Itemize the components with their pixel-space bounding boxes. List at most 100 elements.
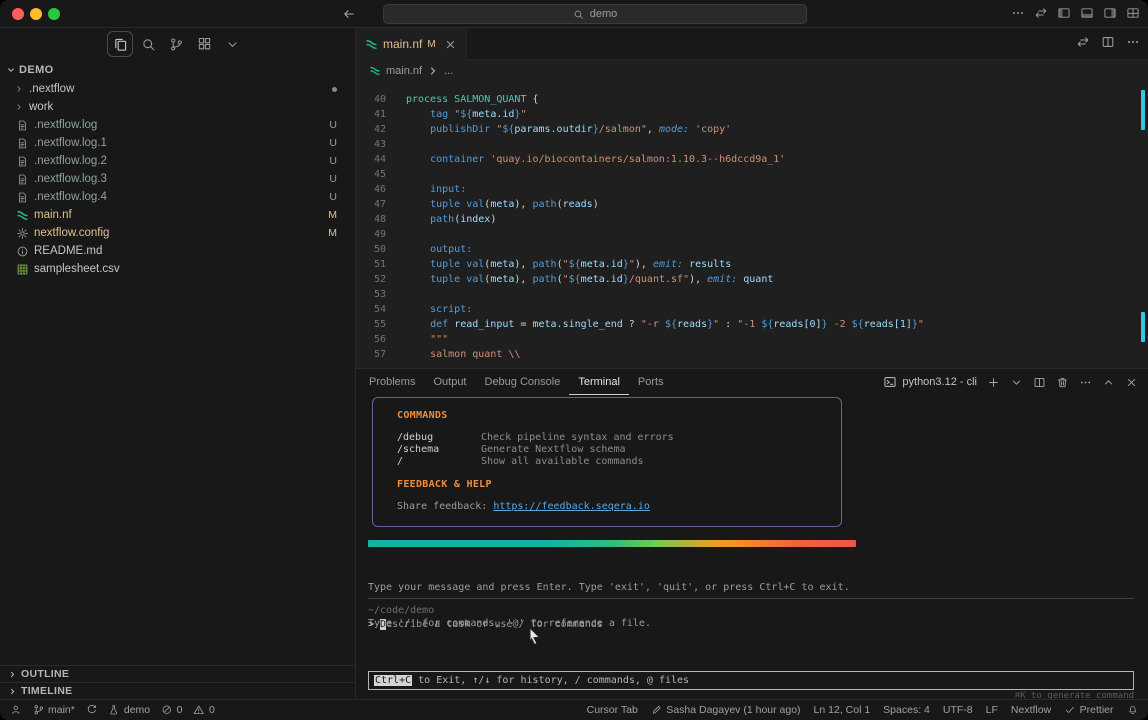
file-item-nextflow-config[interactable]: nextflow.configM bbox=[0, 224, 355, 242]
code-line-46[interactable]: 46 input: bbox=[356, 182, 1138, 197]
outline-section[interactable]: OUTLINE bbox=[0, 665, 355, 682]
code-line-45[interactable]: 45 bbox=[356, 167, 1138, 182]
code-line-55[interactable]: 55 def read_input = meta.single_end ? "-… bbox=[356, 317, 1138, 332]
tab-main-nf[interactable]: main.nf M bbox=[356, 28, 467, 60]
split-terminal-button[interactable] bbox=[1033, 376, 1046, 389]
activity-source-control[interactable] bbox=[163, 31, 189, 57]
code-line-43[interactable]: 43 bbox=[356, 137, 1138, 152]
feedback-line: Share feedback: https://feedback.seqera.… bbox=[397, 501, 841, 513]
minimize-window-button[interactable] bbox=[30, 8, 42, 20]
file-item-main-nf[interactable]: main.nfM bbox=[0, 206, 355, 224]
activity-extensions[interactable] bbox=[191, 31, 217, 57]
statusbar-notifications[interactable] bbox=[1127, 704, 1139, 716]
statusbar-warnings[interactable]: 0 bbox=[193, 704, 214, 716]
code-line-48[interactable]: 48 path(index) bbox=[356, 212, 1138, 227]
more-actions-button[interactable] bbox=[1126, 35, 1140, 54]
breadcrumb-file[interactable]: main.nf bbox=[386, 65, 422, 77]
file-item-readme-md[interactable]: README.md bbox=[0, 242, 355, 260]
statusbar-right: Cursor Tab Sasha Dagayev (1 hour ago) Ln 1… bbox=[587, 704, 1138, 716]
close-window-button[interactable] bbox=[12, 8, 24, 20]
code-line-44[interactable]: 44 container 'quay.io/biocontainers/salm… bbox=[356, 152, 1138, 167]
code-line-54[interactable]: 54 script: bbox=[356, 302, 1138, 317]
panel-tab-debug-console[interactable]: Debug Console bbox=[476, 369, 570, 395]
panel-tab-output[interactable]: Output bbox=[424, 369, 475, 395]
nextflow-icon bbox=[365, 38, 378, 51]
toggle-panel-button[interactable] bbox=[1080, 6, 1094, 25]
terminal-profile[interactable]: python3.12 - cli bbox=[883, 375, 977, 389]
code-line-47[interactable]: 47 tuple val(meta), path(reads) bbox=[356, 197, 1138, 212]
file-label: main.nf bbox=[34, 209, 72, 221]
kill-terminal-button[interactable] bbox=[1056, 376, 1069, 389]
code-line-51[interactable]: 51 tuple val(meta), path("${meta.id}"), … bbox=[356, 257, 1138, 272]
statusbar-git-branch[interactable]: main* bbox=[33, 704, 75, 716]
command-center-search[interactable]: demo bbox=[383, 4, 807, 24]
statusbar-git-blame[interactable]: Sasha Dagayev (1 hour ago) bbox=[651, 704, 801, 716]
cursor-tab-label: Cursor Tab bbox=[587, 704, 638, 716]
statusbar-encoding[interactable]: UTF-8 bbox=[943, 704, 973, 716]
statusbar-account[interactable] bbox=[10, 704, 22, 716]
file-item-nextflow-log-4[interactable]: .nextflow.log.4U bbox=[0, 188, 355, 206]
panel-tab-problems[interactable]: Problems bbox=[360, 369, 424, 395]
breadcrumb[interactable]: main.nf ... bbox=[356, 60, 1148, 82]
pencil-icon bbox=[651, 704, 663, 716]
terminal-prompt-input[interactable]: > Describe a task or use / for commands bbox=[368, 619, 603, 630]
file-item-nextflow-log-3[interactable]: .nextflow.log.3U bbox=[0, 170, 355, 188]
code-line-40[interactable]: 40process SALMON_QUANT { bbox=[356, 92, 1138, 107]
back-icon[interactable] bbox=[342, 7, 356, 21]
statusbar-cursor-position[interactable]: Ln 12, Col 1 bbox=[814, 704, 871, 716]
file-item-samplesheet-csv[interactable]: samplesheet.csv bbox=[0, 260, 355, 278]
file-item-nextflow-log-1[interactable]: .nextflow.log.1U bbox=[0, 134, 355, 152]
statusbar-language-mode[interactable]: Nextflow bbox=[1011, 704, 1051, 716]
code-line-52[interactable]: 52 tuple val(meta), path("${meta.id}/qua… bbox=[356, 272, 1138, 287]
chevron-down-icon bbox=[1010, 376, 1023, 389]
maximize-panel-button[interactable] bbox=[1102, 376, 1115, 389]
more-actions-button[interactable] bbox=[1079, 376, 1092, 389]
toggle-secondary-sidebar-button[interactable] bbox=[1103, 6, 1117, 25]
file-label: work bbox=[29, 101, 53, 113]
panel-tab-terminal[interactable]: Terminal bbox=[569, 369, 629, 395]
code-line-57[interactable]: 57 salmon quant \\ bbox=[356, 347, 1138, 362]
toggle-primary-sidebar-button[interactable] bbox=[1057, 6, 1071, 25]
code-line-41[interactable]: 41 tag "${meta.id}" bbox=[356, 107, 1138, 122]
sidebar-bottom-sections: OUTLINE TIMELINE bbox=[0, 665, 355, 699]
terminal-profile-picker-button[interactable] bbox=[1010, 376, 1023, 389]
explorer-section-header[interactable]: DEMO bbox=[6, 64, 54, 76]
customize-layout-button[interactable] bbox=[1126, 6, 1140, 25]
file-item-work[interactable]: work bbox=[0, 98, 355, 116]
more-button[interactable] bbox=[1011, 6, 1025, 25]
panel-actions: python3.12 - cli bbox=[883, 369, 1138, 395]
feedback-link[interactable]: https://feedback.seqera.io bbox=[493, 501, 650, 512]
file-item-nextflow[interactable]: .nextflow bbox=[0, 80, 355, 98]
open-changes-button[interactable] bbox=[1034, 6, 1048, 25]
statusbar-formatter[interactable]: Prettier bbox=[1064, 704, 1113, 716]
new-terminal-button[interactable] bbox=[987, 376, 1000, 389]
timeline-section[interactable]: TIMELINE bbox=[0, 682, 355, 699]
layout-grid-icon bbox=[1126, 6, 1140, 20]
sidebar-left-icon bbox=[1057, 6, 1071, 20]
statusbar-cursor-tab[interactable]: Cursor Tab bbox=[587, 704, 638, 716]
code-line-53[interactable]: 53 bbox=[356, 287, 1138, 302]
panel-tab-ports[interactable]: Ports bbox=[629, 369, 673, 395]
close-panel-button[interactable] bbox=[1125, 376, 1138, 389]
statusbar-sync[interactable] bbox=[86, 704, 98, 716]
open-changes-button[interactable] bbox=[1076, 35, 1090, 54]
split-editor-button[interactable] bbox=[1101, 35, 1115, 54]
statusbar-eol[interactable]: LF bbox=[986, 704, 998, 716]
activity-additional-views[interactable] bbox=[219, 31, 245, 57]
code-line-49[interactable]: 49 bbox=[356, 227, 1138, 242]
code-line-56[interactable]: 56 """ bbox=[356, 332, 1138, 347]
statusbar-indentation[interactable]: Spaces: 4 bbox=[883, 704, 930, 716]
breadcrumb-symbol[interactable]: ... bbox=[444, 65, 453, 77]
file-item-nextflow-log[interactable]: .nextflow.logU bbox=[0, 116, 355, 134]
statusbar-profile-demo[interactable]: demo bbox=[108, 704, 150, 716]
code-line-50[interactable]: 50 output: bbox=[356, 242, 1138, 257]
close-tab-icon[interactable] bbox=[444, 38, 457, 51]
statusbar-errors[interactable]: 0 bbox=[161, 704, 182, 716]
code-line-42[interactable]: 42 publishDir "${params.outdir}/salmon",… bbox=[356, 122, 1138, 137]
file-item-nextflow-log-2[interactable]: .nextflow.log.2U bbox=[0, 152, 355, 170]
panel-action-buttons bbox=[987, 376, 1138, 389]
activity-explorer[interactable] bbox=[107, 31, 133, 57]
activity-search[interactable] bbox=[135, 31, 161, 57]
extensions-icon bbox=[197, 37, 212, 52]
zoom-window-button[interactable] bbox=[48, 8, 60, 20]
